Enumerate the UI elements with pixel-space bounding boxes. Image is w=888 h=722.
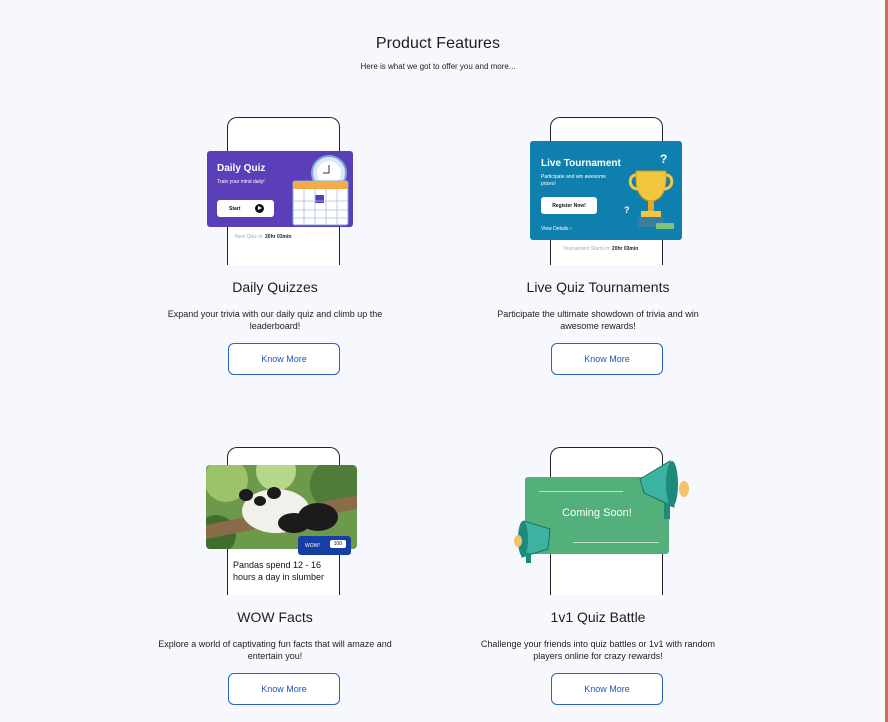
know-more-button[interactable]: Know More bbox=[551, 673, 663, 705]
tournament-start-timer: Tournament Starts in: 20hr 03min bbox=[563, 246, 638, 252]
register-now-button[interactable]: Register Now! bbox=[541, 197, 597, 214]
banner-subtitle: Train your mind daily! bbox=[217, 179, 265, 185]
feature-description: Explore a world of captivating fun facts… bbox=[158, 639, 392, 661]
feature-description: Participate the ultimate showdown of tri… bbox=[497, 309, 699, 331]
live-tournament-banner: Live Tournament Participate and win awes… bbox=[530, 141, 682, 240]
feature-title: Live Quiz Tournaments bbox=[526, 279, 670, 295]
fact-text: Pandas spend 12 - 16 hours a day in slum… bbox=[233, 560, 325, 582]
question-mark-icon: ? bbox=[660, 152, 667, 166]
feature-description: Expand your trivia with our daily quiz a… bbox=[167, 309, 383, 331]
view-details-link[interactable]: View Details › bbox=[541, 226, 571, 232]
know-more-button[interactable]: Know More bbox=[228, 673, 340, 705]
feature-card-live-tournaments: Live Tournament Participate and win awes… bbox=[468, 117, 728, 387]
chevron-right-icon: › bbox=[569, 226, 572, 232]
feature-title: Daily Quizzes bbox=[232, 279, 318, 295]
feature-description: Challenge your friends into quiz battles… bbox=[480, 639, 716, 661]
trophy-icon: ? ? bbox=[624, 152, 674, 229]
feature-title: WOW Facts bbox=[237, 609, 313, 625]
start-label: Start bbox=[229, 205, 241, 212]
svg-text:?: ? bbox=[624, 205, 630, 215]
know-more-button[interactable]: Know More bbox=[551, 343, 663, 375]
megaphone-icon bbox=[514, 520, 551, 563]
banner-title: Daily Quiz bbox=[217, 163, 266, 174]
feature-card-daily-quizzes: Daily Quiz Train your mind daily! Start … bbox=[145, 117, 405, 387]
banner-title: Live Tournament bbox=[541, 158, 621, 169]
calendar-icon bbox=[292, 155, 349, 226]
know-more-button[interactable]: Know More bbox=[228, 343, 340, 375]
tournament-start-time: 20hr 03min bbox=[611, 246, 639, 252]
megaphone-icon bbox=[639, 460, 689, 519]
next-quiz-label: Next Quiz in: bbox=[235, 234, 264, 240]
page-title: Product Features bbox=[375, 35, 501, 52]
feature-card-wow-facts: WOW! 100 Pandas spend 12 - 16 hours a da… bbox=[145, 447, 405, 717]
page-subtitle: Here is what we got to offer you and mor… bbox=[360, 62, 516, 71]
banner-subtitle: Participate and win awesome prizes! bbox=[541, 174, 607, 187]
next-quiz-time: 20hr 03min bbox=[265, 234, 292, 240]
tournament-start-label: Tournament Starts in: bbox=[563, 246, 611, 252]
wow-count: 100 bbox=[329, 540, 346, 548]
next-quiz-timer: Next Quiz in: 20hr 03min bbox=[235, 234, 291, 240]
wow-label: WOW! bbox=[305, 542, 320, 549]
wow-badge: WOW! 100 bbox=[298, 536, 351, 555]
play-icon bbox=[255, 204, 264, 213]
feature-card-1v1-battle: Coming Soon! 1v1 Quiz Battle Challenge y… bbox=[468, 447, 728, 717]
start-button[interactable]: Start bbox=[217, 200, 274, 217]
feature-title: 1v1 Quiz Battle bbox=[550, 609, 646, 625]
view-details-label: View Details bbox=[541, 226, 569, 232]
